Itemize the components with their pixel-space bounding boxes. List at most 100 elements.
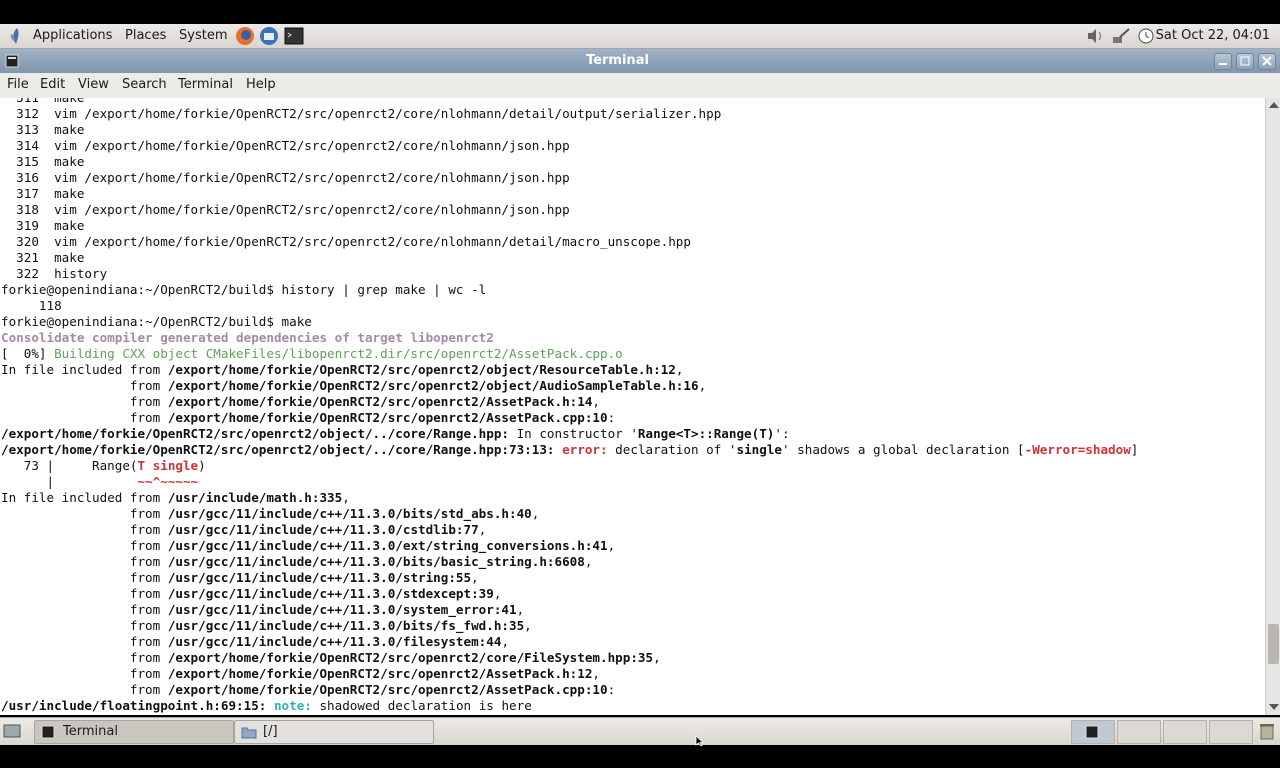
terminal-text-segment: : bbox=[607, 410, 616, 425]
terminal-text-segment: : bbox=[607, 682, 616, 697]
terminal-line: from /export/home/forkie/OpenRCT2/src/op… bbox=[1, 682, 615, 698]
terminal-text-segment: /export/home/forkie/OpenRCT2/src/openrct… bbox=[167, 650, 654, 665]
terminal-text-segment: /export/home/forkie/OpenRCT2/src/openrct… bbox=[1, 442, 555, 457]
minimize-button[interactable] bbox=[1214, 53, 1232, 70]
terminal-line: from /export/home/forkie/OpenRCT2/src/op… bbox=[1, 666, 600, 682]
terminal-text-segment: /usr/include/math.h:335 bbox=[167, 490, 343, 505]
clock-label[interactable]: Sat Oct 22, 04:01 bbox=[1156, 28, 1270, 43]
show-desktop-icon[interactable] bbox=[3, 722, 21, 740]
terminal-line: /usr/include/floatingpoint.h:69:15: note… bbox=[1, 698, 532, 714]
terminal-text-segment: from bbox=[1, 666, 168, 681]
close-button[interactable] bbox=[1258, 53, 1276, 70]
workspace-1[interactable] bbox=[1071, 720, 1115, 744]
menu-file[interactable]: File bbox=[7, 77, 29, 92]
network-icon[interactable] bbox=[1111, 27, 1133, 45]
window-titlebar[interactable]: Terminal bbox=[0, 49, 1280, 73]
terminal-text-segment: from bbox=[1, 554, 168, 569]
terminal-text-segment: [ 0%] bbox=[1, 346, 55, 361]
trash-icon[interactable] bbox=[1257, 721, 1277, 741]
terminal-text-segment: from bbox=[1, 394, 168, 409]
menu-help[interactable]: Help bbox=[246, 77, 276, 92]
terminal-text-segment: /usr/gcc/11/include/c++/11.3.0/system_er… bbox=[167, 602, 517, 617]
terminal-launcher-icon[interactable] bbox=[283, 25, 305, 47]
terminal-text-segment: note: bbox=[273, 698, 312, 713]
terminal-line: from /usr/gcc/11/include/c++/11.3.0/bits… bbox=[1, 618, 532, 634]
scroll-up-icon[interactable] bbox=[1269, 102, 1279, 108]
folder-icon bbox=[241, 727, 257, 739]
maximize-button[interactable] bbox=[1236, 53, 1254, 70]
terminal-text-segment: Building CXX object CMakeFiles/libopenrc… bbox=[54, 346, 623, 361]
terminal-text-segment: , bbox=[698, 378, 707, 393]
terminal-text-segment: /export/home/forkie/OpenRCT2/src/openrct… bbox=[167, 410, 608, 425]
places-menu[interactable]: Places bbox=[125, 28, 166, 43]
task-folder[interactable]: [/] bbox=[234, 720, 434, 744]
terminal-scrollbar[interactable] bbox=[1265, 98, 1280, 715]
scrollbar-thumb[interactable] bbox=[1268, 624, 1279, 664]
terminal-text-segment: from bbox=[1, 682, 168, 697]
volume-icon[interactable] bbox=[1085, 27, 1107, 45]
terminal-text-segment: /usr/gcc/11/include/c++/11.3.0/filesyste… bbox=[167, 634, 502, 649]
terminal-text-segment: /usr/gcc/11/include/c++/11.3.0/string:55 bbox=[167, 570, 472, 585]
terminal-text-segment: ': bbox=[774, 426, 790, 441]
terminal-text-segment: /export/home/forkie/OpenRCT2/src/openrct… bbox=[167, 394, 593, 409]
workspace-3[interactable] bbox=[1163, 720, 1207, 744]
close-icon bbox=[1262, 56, 1272, 66]
terminal-text-segment: , bbox=[478, 522, 487, 537]
terminal-output[interactable]: 311 make 312 vim /export/home/forkie/Ope… bbox=[0, 98, 1265, 715]
terminal-text-segment: /export/home/forkie/OpenRCT2/src/openrct… bbox=[167, 362, 676, 377]
firefox-icon[interactable] bbox=[234, 25, 256, 47]
menu-view[interactable]: View bbox=[78, 77, 109, 92]
scroll-down-icon[interactable] bbox=[1269, 704, 1279, 710]
task-terminal-label: Terminal bbox=[63, 724, 118, 739]
terminal-text-segment: | bbox=[1, 474, 138, 489]
menu-edit[interactable]: Edit bbox=[40, 77, 65, 92]
terminal-text-segment: , bbox=[516, 602, 525, 617]
terminal-line: [ 0%] Building CXX object CMakeFiles/lib… bbox=[1, 346, 623, 362]
terminal-text-segment: /export/home/forkie/OpenRCT2/src/openrct… bbox=[167, 682, 608, 697]
terminal-text-segment: T single bbox=[137, 458, 199, 473]
workspace-2[interactable] bbox=[1117, 720, 1161, 744]
terminal-text-segment: from bbox=[1, 570, 168, 585]
terminal-line: forkie@openindiana:~/OpenRCT2/build$ his… bbox=[1, 282, 487, 297]
terminal-text-segment: , bbox=[342, 490, 350, 505]
task-folder-label: [/] bbox=[263, 724, 278, 739]
terminal-line: 321 make bbox=[1, 250, 85, 265]
window-title: Terminal bbox=[586, 53, 649, 68]
menu-terminal[interactable]: Terminal bbox=[178, 77, 233, 92]
terminal-line: from /usr/gcc/11/include/c++/11.3.0/bits… bbox=[1, 506, 539, 522]
terminal-text-segment: from bbox=[1, 410, 168, 425]
terminal-text-segment: In file included from bbox=[1, 490, 168, 505]
terminal-line: from /export/home/forkie/OpenRCT2/src/op… bbox=[1, 394, 600, 410]
terminal-line: /export/home/forkie/OpenRCT2/src/openrct… bbox=[1, 442, 1138, 458]
terminal-line: In file included from /export/home/forki… bbox=[1, 362, 683, 378]
workspace-4[interactable] bbox=[1209, 720, 1253, 744]
terminal-text-segment: /usr/include/floatingpoint.h:69:15: bbox=[1, 698, 267, 713]
terminal-text-segment: 73 | Range( bbox=[1, 458, 138, 473]
terminal-text-segment: declaration of ' bbox=[607, 442, 737, 457]
terminal-text-segment: ~~^~~~~~ bbox=[137, 474, 199, 489]
terminal-text-segment: ' shadows a global declaration [ bbox=[782, 442, 1025, 457]
thunderbird-icon[interactable] bbox=[258, 25, 280, 47]
terminal-text-segment: /usr/gcc/11/include/c++/11.3.0/stdexcept… bbox=[167, 586, 494, 601]
terminal-line: 118 bbox=[1, 298, 62, 313]
task-terminal[interactable]: Terminal bbox=[34, 720, 234, 744]
terminal-line: from /export/home/forkie/OpenRCT2/src/op… bbox=[1, 650, 661, 666]
terminal-text-segment: from bbox=[1, 634, 168, 649]
top-panel: Applications Places System Sat Oct 22, 0… bbox=[0, 24, 1280, 49]
terminal-text-segment: from bbox=[1, 522, 168, 537]
terminal-text-segment: /usr/gcc/11/include/c++/11.3.0/ext/strin… bbox=[167, 538, 608, 553]
terminal-line: 319 make bbox=[1, 218, 85, 233]
terminal-line: from /usr/gcc/11/include/c++/11.3.0/stde… bbox=[1, 586, 502, 602]
terminal-text-segment: /export/home/forkie/OpenRCT2/src/openrct… bbox=[167, 378, 699, 393]
terminal-text-segment: from bbox=[1, 602, 168, 617]
applications-menu[interactable]: Applications bbox=[33, 28, 112, 43]
terminal-line: 313 make bbox=[1, 122, 85, 137]
terminal-text-segment: single bbox=[736, 442, 783, 457]
terminal-line: 318 vim /export/home/forkie/OpenRCT2/src… bbox=[1, 202, 570, 217]
clock-icon bbox=[1138, 28, 1154, 44]
system-menu[interactable]: System bbox=[179, 28, 227, 43]
main-menu-logo-icon[interactable] bbox=[8, 26, 26, 46]
menu-search[interactable]: Search bbox=[122, 77, 167, 92]
terminal-line: 315 make bbox=[1, 154, 85, 169]
